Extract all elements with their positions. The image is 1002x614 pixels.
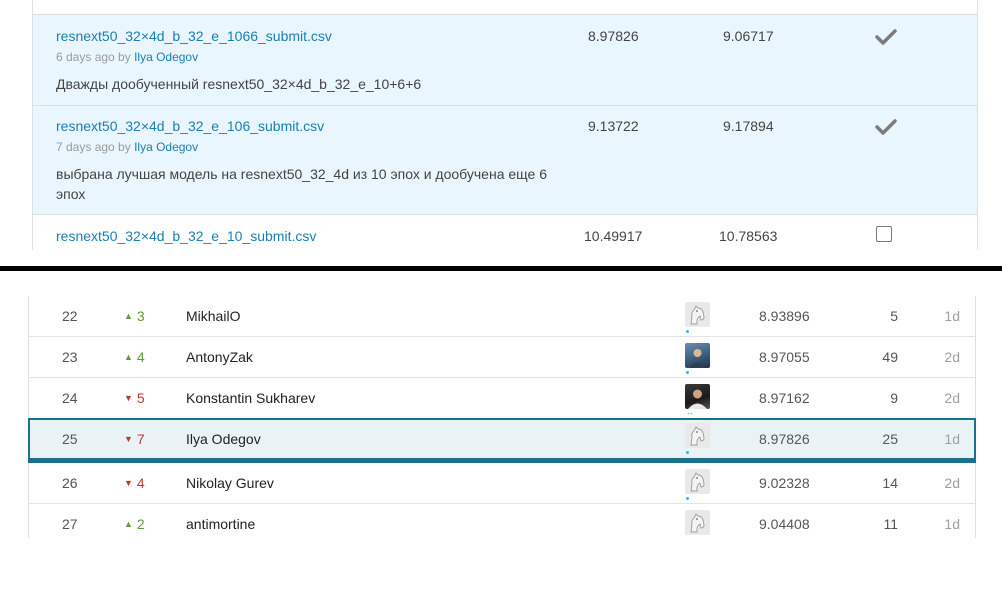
team-name[interactable]: Ilya Odegov bbox=[186, 420, 261, 458]
select-checkbox[interactable] bbox=[876, 226, 892, 242]
last-submission: 1d bbox=[944, 431, 960, 447]
rank-change: ▼ 7 bbox=[124, 431, 145, 447]
team-name[interactable]: Konstantin Sukharev bbox=[186, 378, 315, 418]
score: 9.02328 bbox=[759, 475, 810, 491]
horse-avatar[interactable] bbox=[685, 469, 710, 494]
entries: 5 bbox=[890, 308, 898, 324]
rank-change: ▲ 3 bbox=[124, 308, 145, 324]
horse-avatar[interactable] bbox=[685, 423, 710, 448]
rank: 23 bbox=[62, 349, 78, 365]
rank: 27 bbox=[62, 516, 78, 532]
last-submission: 2d bbox=[944, 390, 960, 406]
leaderboard-row: 22 ▲ 3 MikhailO 8.93896 5 1d bbox=[28, 296, 976, 337]
submission-author-link[interactable]: Ilya Odegov bbox=[134, 140, 198, 154]
public-score: 9.06717 bbox=[723, 28, 774, 44]
rank: 25 bbox=[62, 431, 78, 447]
submissions-table: resnext50_32×4d_b_32_e_1066_submit.csv 6… bbox=[32, 0, 978, 250]
submissions-panel: resnext50_32×4d_b_32_e_1066_submit.csv 6… bbox=[0, 0, 1002, 250]
rank-change: ▲ 4 bbox=[124, 349, 145, 365]
arrow-down-icon: ▼ bbox=[124, 393, 133, 403]
leaderboard-row: 26 ▼ 4 Nikolay Gurev 9.02328 14 2d bbox=[28, 463, 976, 504]
entries: 9 bbox=[890, 390, 898, 406]
last-submission: 1d bbox=[944, 308, 960, 324]
arrow-down-icon: ▼ bbox=[124, 478, 133, 488]
score: 9.04408 bbox=[759, 516, 810, 532]
submission-file-link[interactable]: resnext50_32×4d_b_32_e_106_submit.csv bbox=[56, 118, 324, 134]
tier-dot bbox=[686, 497, 689, 500]
score: 8.93896 bbox=[759, 308, 810, 324]
entries: 25 bbox=[882, 431, 898, 447]
leaderboard-panel: 22 ▲ 3 MikhailO 8.93896 5 1d 23 ▲ 4 Antony… bbox=[0, 296, 1002, 538]
private-score: 9.13722 bbox=[588, 118, 639, 134]
arrow-up-icon: ▲ bbox=[124, 519, 133, 529]
team-name[interactable]: AntonyZak bbox=[186, 337, 253, 377]
arrow-down-icon: ▼ bbox=[124, 434, 133, 444]
score: 8.97055 bbox=[759, 349, 810, 365]
submission-row: resnext50_32×4d_b_32_e_1066_submit.csv 6… bbox=[33, 15, 977, 106]
rank-change: ▼ 4 bbox=[124, 475, 145, 491]
entries: 11 bbox=[883, 516, 898, 532]
public-score: 9.17894 bbox=[723, 118, 774, 134]
submission-row: resnext50_32×4d_b_32_e_106_submit.csv 7 … bbox=[33, 106, 977, 215]
tier-dot bbox=[686, 371, 689, 374]
rank: 22 bbox=[62, 308, 78, 324]
submission-file-link[interactable]: resnext50_32×4d_b_32_e_10_submit.csv bbox=[56, 228, 316, 244]
selected-check-icon[interactable] bbox=[875, 28, 897, 46]
private-score: 8.97826 bbox=[588, 28, 639, 44]
photo-avatar[interactable] bbox=[685, 384, 710, 409]
submission-description: Дважды дообученный resnext50_32×4d_b_32_… bbox=[56, 76, 422, 92]
submission-age: 6 days ago by bbox=[56, 50, 131, 64]
horse-avatar[interactable] bbox=[685, 302, 710, 327]
last-submission: 2d bbox=[944, 349, 960, 365]
tier-dot bbox=[686, 330, 689, 333]
last-submission: 2d bbox=[944, 475, 960, 491]
submission-author-link[interactable]: Ilya Odegov bbox=[134, 50, 198, 64]
score: 8.97162 bbox=[759, 390, 810, 406]
screenshot-divider bbox=[0, 266, 1002, 271]
team-name[interactable]: antimortine bbox=[186, 504, 255, 538]
horse-avatar[interactable] bbox=[685, 510, 710, 535]
tier-icon: ↔ bbox=[686, 408, 694, 417]
rank: 26 bbox=[62, 475, 78, 491]
team-name[interactable]: MikhailO bbox=[186, 296, 240, 336]
leaderboard-row: 24 ▼ 5 Konstantin Sukharev ↔ 8.97162 9 2d bbox=[28, 378, 976, 419]
submission-description: выбрана лучшая модель на resnext50_32_4d… bbox=[56, 166, 547, 202]
photo-avatar[interactable] bbox=[685, 343, 710, 368]
entries: 49 bbox=[882, 349, 898, 365]
team-name[interactable]: Nikolay Gurev bbox=[186, 463, 274, 503]
arrow-up-icon: ▲ bbox=[124, 352, 133, 362]
submission-meta: 7 days ago by Ilya Odegov bbox=[56, 140, 198, 154]
score: 8.97826 bbox=[759, 431, 810, 447]
last-submission: 1d bbox=[944, 516, 960, 532]
tier-dot bbox=[686, 451, 689, 454]
public-score: 10.78563 bbox=[719, 228, 778, 244]
rank-change: ▲ 2 bbox=[124, 516, 145, 532]
submission-age: 7 days ago by bbox=[56, 140, 131, 154]
leaderboard-row-current-user: 25 ▼ 7 Ilya Odegov 8.97826 25 1d bbox=[28, 418, 976, 463]
table-row-partial bbox=[33, 0, 977, 15]
arrow-up-icon: ▲ bbox=[124, 311, 133, 321]
submission-row: resnext50_32×4d_b_32_e_10_submit.csv 10.… bbox=[33, 215, 977, 250]
entries: 14 bbox=[882, 475, 898, 491]
rank: 24 bbox=[62, 390, 78, 406]
leaderboard-row: 27 ▲ 2 antimortine 9.04408 11 1d bbox=[28, 504, 976, 538]
leaderboard-row: 23 ▲ 4 AntonyZak 8.97055 49 2d bbox=[28, 337, 976, 378]
submission-file-link[interactable]: resnext50_32×4d_b_32_e_1066_submit.csv bbox=[56, 28, 332, 44]
submission-meta: 6 days ago by Ilya Odegov bbox=[56, 50, 198, 64]
rank-change: ▼ 5 bbox=[124, 390, 145, 406]
private-score: 10.49917 bbox=[584, 228, 643, 244]
selected-check-icon[interactable] bbox=[875, 118, 897, 136]
